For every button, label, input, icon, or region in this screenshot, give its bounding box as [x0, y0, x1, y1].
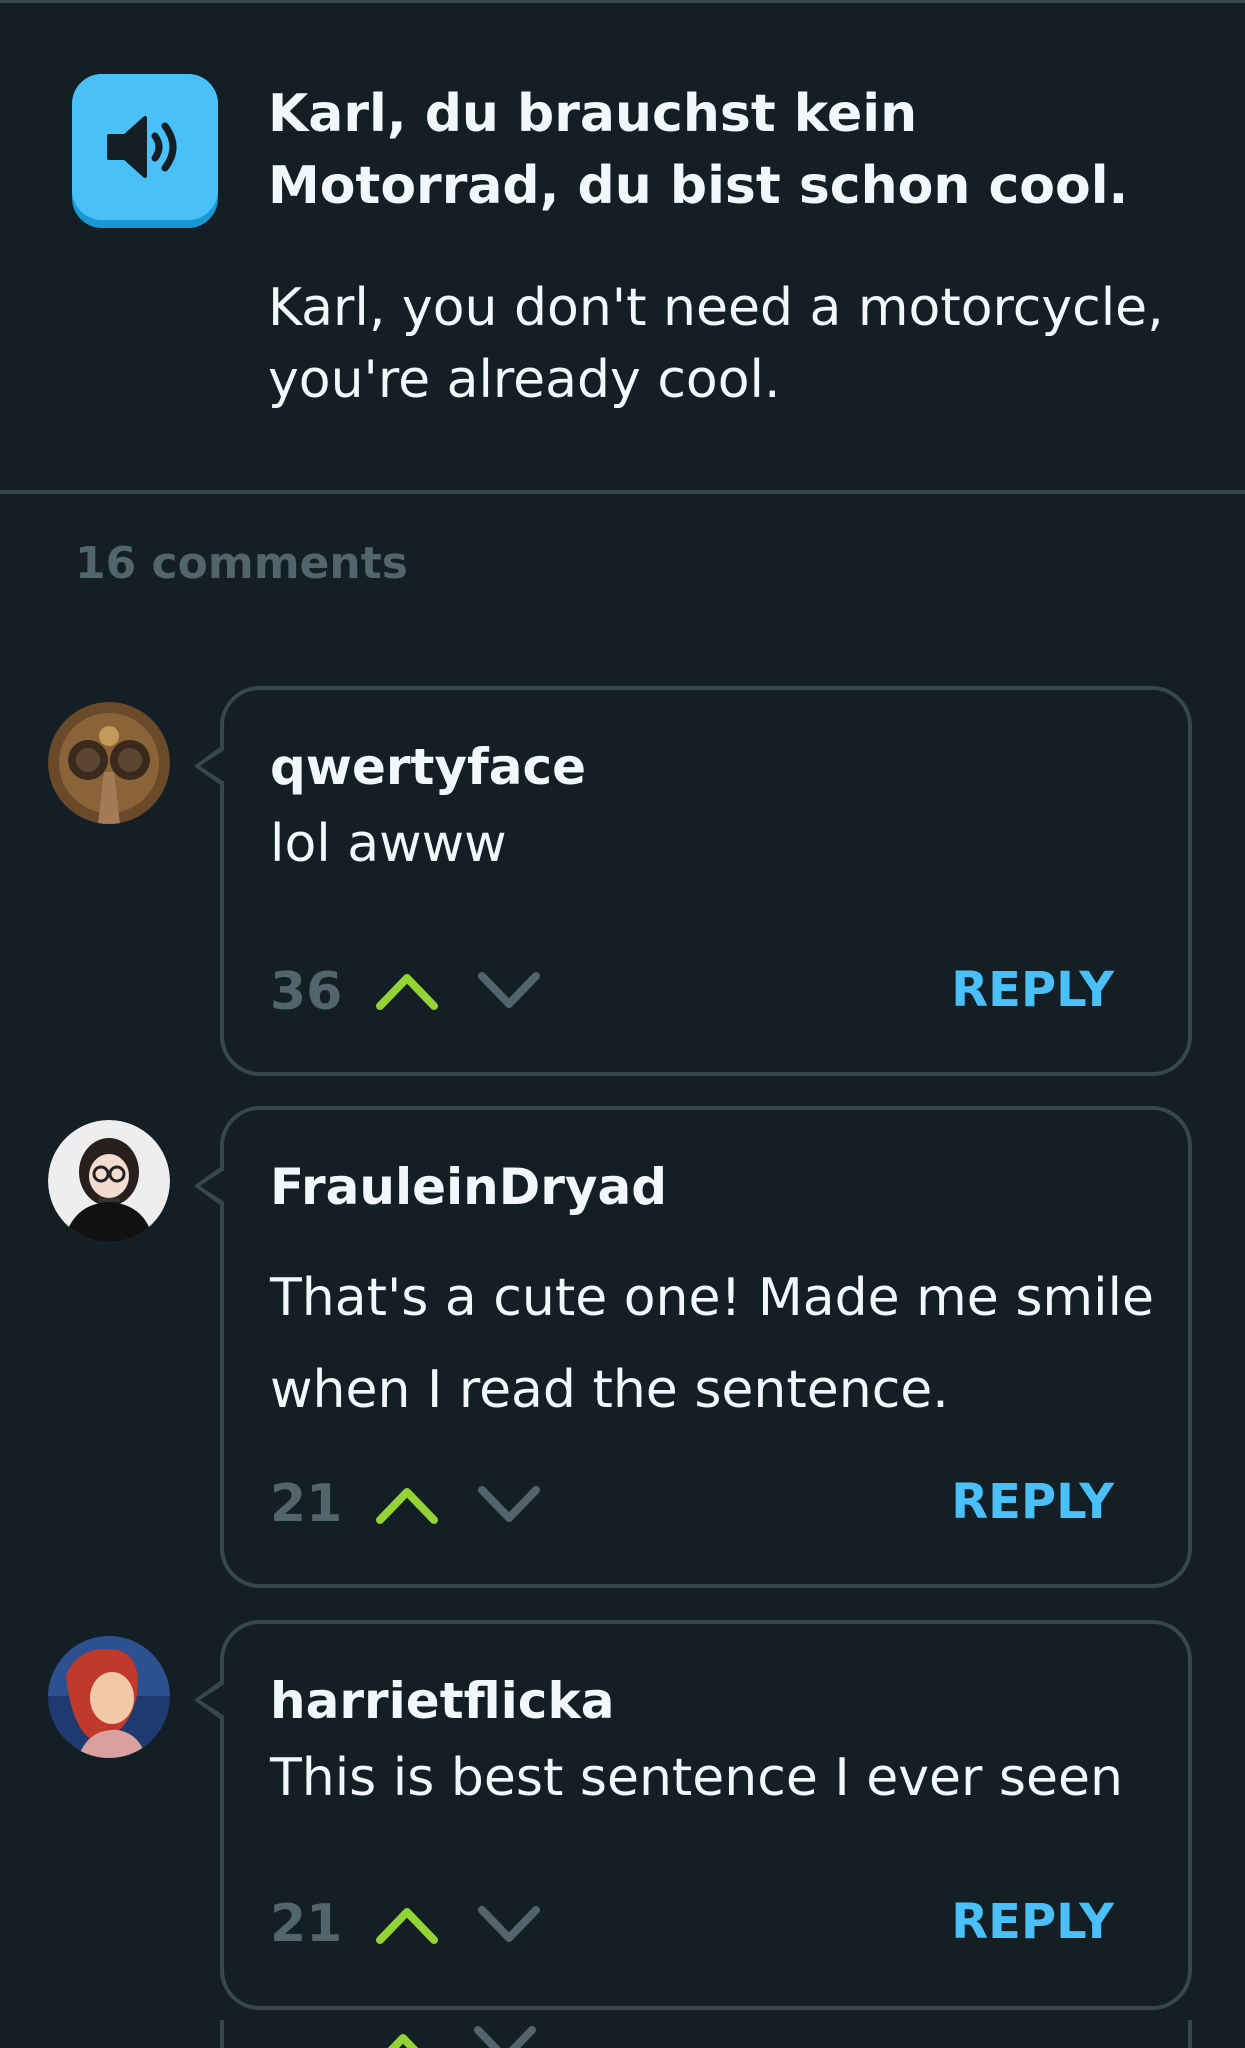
play-audio-button[interactable]: [72, 74, 218, 220]
sentence-german: Karl, du brauchst kein Motorrad, du bist…: [268, 84, 1129, 216]
downvote-icon[interactable]: [476, 968, 542, 1012]
speaker-icon: [107, 116, 177, 178]
downvote-icon[interactable]: [476, 1482, 542, 1526]
avatar[interactable]: [48, 702, 170, 824]
downvote-icon[interactable]: [472, 2022, 538, 2048]
sentence-english: Karl, you don't need a motorcycle, you'r…: [268, 278, 1164, 410]
vote-count: 21: [270, 1894, 343, 1954]
section-divider: [0, 490, 1245, 494]
reply-button[interactable]: REPLY: [951, 1894, 1114, 1950]
comment-count: 16 comments: [75, 538, 408, 589]
next-comment-partial: [220, 2020, 1192, 2048]
comment-text: That's a cute one! Made me smile when I …: [270, 1268, 1154, 1420]
reply-button[interactable]: REPLY: [951, 1474, 1114, 1530]
comment-text: lol awww: [270, 814, 507, 874]
avatar[interactable]: [48, 1636, 170, 1758]
upvote-icon[interactable]: [374, 968, 440, 1012]
comment-bubble: qwertyface lol awww 36 REPLY: [194, 686, 1192, 1076]
comment-text: This is best sentence I ever seen: [270, 1748, 1123, 1808]
downvote-icon[interactable]: [476, 1902, 542, 1946]
upvote-icon[interactable]: [374, 1902, 440, 1946]
avatar[interactable]: [48, 1120, 170, 1242]
comment-bubble: harrietflicka This is best sentence I ev…: [194, 1620, 1192, 2010]
vote-count: 36: [270, 962, 343, 1022]
comment-username[interactable]: FrauleinDryad: [270, 1158, 667, 1216]
sentence-section: Karl, du brauchst kein Motorrad, du bist…: [0, 0, 1245, 493]
comment-username[interactable]: qwertyface: [270, 738, 586, 796]
upvote-icon[interactable]: [370, 2028, 436, 2048]
comment-bubble: FrauleinDryad That's a cute one! Made me…: [194, 1106, 1192, 1588]
comment-username[interactable]: harrietflicka: [270, 1672, 614, 1730]
reply-button[interactable]: REPLY: [951, 962, 1114, 1018]
vote-count: 21: [270, 1474, 343, 1534]
upvote-icon[interactable]: [374, 1482, 440, 1526]
